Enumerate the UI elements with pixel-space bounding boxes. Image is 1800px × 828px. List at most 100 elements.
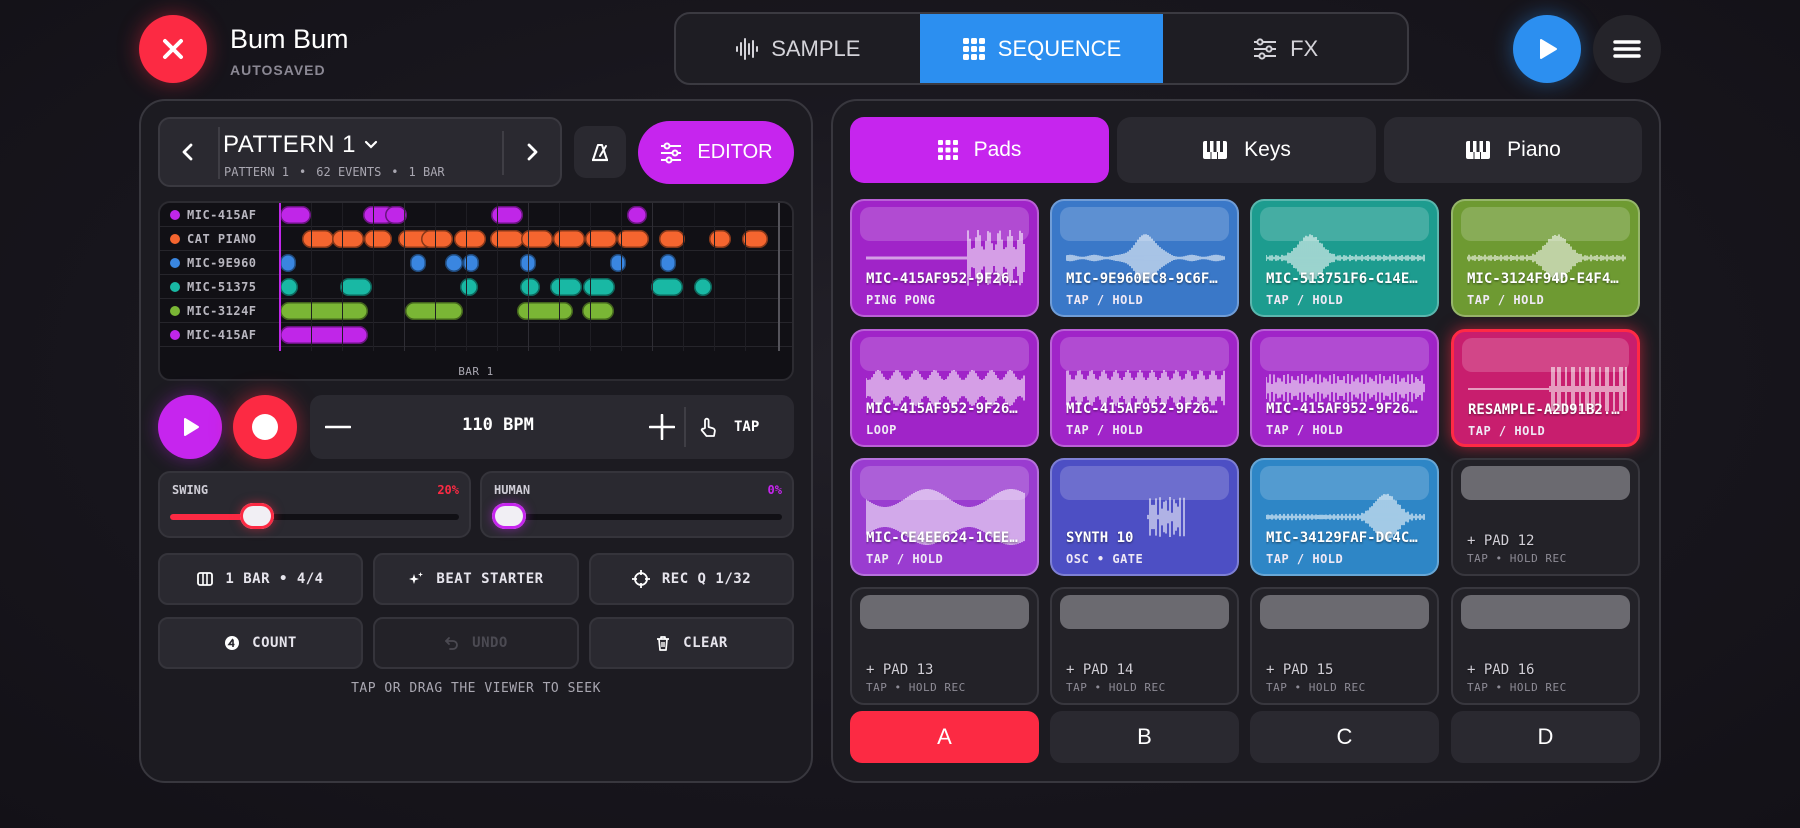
- pad-16[interactable]: + PAD 16 TAP • HOLD REC: [1451, 587, 1640, 705]
- tap-label: TAP: [734, 419, 760, 435]
- grid-line: [528, 203, 529, 351]
- pad-3[interactable]: MIC-513751F6-C14E... TAP / HOLD: [1250, 199, 1439, 317]
- note-event[interactable]: [280, 254, 296, 272]
- tap-tempo-button[interactable]: TAP: [698, 405, 759, 449]
- pad-10[interactable]: SYNTH 10 OSC • GATE: [1050, 458, 1239, 576]
- pad-9[interactable]: MIC-CE4EE624-1CEE... TAP / HOLD: [850, 458, 1039, 576]
- pad-14[interactable]: + PAD 14 TAP • HOLD REC: [1050, 587, 1239, 705]
- note-event[interactable]: [520, 278, 540, 296]
- note-event[interactable]: [490, 230, 524, 248]
- editor-label: EDITOR: [697, 141, 773, 163]
- bank-c-button[interactable]: C: [1250, 711, 1439, 763]
- editor-button[interactable]: EDITOR: [638, 121, 794, 184]
- pad-12[interactable]: + PAD 12 TAP • HOLD REC: [1451, 458, 1640, 576]
- pad-name: MIC-513751F6-C14E...: [1266, 271, 1426, 287]
- record-button[interactable]: [233, 395, 297, 459]
- note-event[interactable]: [280, 326, 368, 344]
- note-event[interactable]: [583, 278, 615, 296]
- pad-4[interactable]: MIC-3124F94D-E4F4... TAP / HOLD: [1451, 199, 1640, 317]
- rec-quantize-button[interactable]: REC Q 1/32: [589, 553, 794, 605]
- next-pattern-button[interactable]: [512, 131, 552, 173]
- pad-name: MIC-415AF952-9F26...: [866, 401, 1026, 417]
- tab-fx[interactable]: FX: [1163, 14, 1407, 83]
- note-event[interactable]: [421, 230, 453, 248]
- undo-button[interactable]: UNDO: [373, 617, 579, 669]
- note-event[interactable]: [553, 230, 585, 248]
- bank-a-button[interactable]: A: [850, 711, 1039, 763]
- tab-keys[interactable]: Keys: [1117, 117, 1376, 183]
- pattern-viewer[interactable]: MIC-415AF CAT PIANO MIC-9E960 MIC-51375 MIC-…: [158, 201, 794, 381]
- sequencer-play-button[interactable]: [158, 395, 222, 459]
- pad-mode: OSC • GATE: [1066, 552, 1144, 566]
- tab-sample[interactable]: SAMPLE: [676, 14, 920, 83]
- pad-13[interactable]: + PAD 13 TAP • HOLD REC: [850, 587, 1039, 705]
- note-event[interactable]: [410, 254, 426, 272]
- note-event[interactable]: [332, 230, 364, 248]
- note-event[interactable]: [627, 206, 647, 224]
- bank-b-button[interactable]: B: [1050, 711, 1239, 763]
- note-event[interactable]: [340, 278, 372, 296]
- bank-d-button[interactable]: D: [1451, 711, 1640, 763]
- swing-slider[interactable]: SWING 20%: [158, 471, 471, 538]
- human-slider[interactable]: HUMAN 0%: [480, 471, 794, 538]
- metronome-button[interactable]: [574, 126, 626, 178]
- bullet: •: [391, 165, 399, 179]
- human-thumb[interactable]: [492, 503, 526, 529]
- bar-signature-button[interactable]: 1 BAR • 4/4: [158, 553, 363, 605]
- note-event[interactable]: [460, 278, 478, 296]
- note-event[interactable]: [709, 230, 731, 248]
- play-button[interactable]: [1513, 15, 1581, 83]
- tab-piano[interactable]: Piano: [1384, 117, 1642, 183]
- pad-15[interactable]: + PAD 15 TAP • HOLD REC: [1250, 587, 1439, 705]
- note-event[interactable]: [405, 302, 463, 320]
- pad-1[interactable]: MIC-415AF952-9F26... PING PONG: [850, 199, 1039, 317]
- note-event[interactable]: [694, 278, 712, 296]
- tab-sequence[interactable]: SEQUENCE: [919, 14, 1164, 83]
- tap-hand-icon: [700, 417, 716, 437]
- note-event[interactable]: [445, 254, 463, 272]
- pad-name: MIC-415AF952-9F26...: [1066, 401, 1226, 417]
- note-event[interactable]: [610, 254, 626, 272]
- note-event[interactable]: [280, 206, 311, 224]
- rec-quantize-label: REC Q 1/32: [661, 571, 752, 587]
- note-event[interactable]: [302, 230, 334, 248]
- note-event[interactable]: [660, 254, 676, 272]
- pad-7[interactable]: MIC-415AF952-9F26... TAP / HOLD: [1250, 329, 1439, 447]
- menu-button[interactable]: [1593, 15, 1661, 83]
- grid-line: [311, 203, 312, 351]
- note-event[interactable]: [521, 230, 553, 248]
- count-in-button[interactable]: COUNT: [158, 617, 363, 669]
- grid-line: [466, 203, 467, 351]
- pad-8[interactable]: RESAMPLE-A2D91B2... TAP / HOLD: [1451, 329, 1640, 447]
- pattern-name-dropdown[interactable]: PATTERN 1: [223, 131, 378, 159]
- pad-11[interactable]: MIC-34129FAF-DC4C... TAP / HOLD: [1250, 458, 1439, 576]
- pad-mode: TAP • HOLD REC: [1467, 681, 1567, 694]
- close-button[interactable]: [139, 15, 207, 83]
- prev-pattern-button[interactable]: [170, 131, 206, 173]
- pad-2[interactable]: MIC-9E960EC8-9C6F... TAP / HOLD: [1050, 199, 1239, 317]
- note-event[interactable]: [364, 230, 392, 248]
- pad-5[interactable]: MIC-415AF952-9F26... LOOP: [850, 329, 1039, 447]
- note-event[interactable]: [550, 278, 582, 296]
- project-title[interactable]: Bum Bum: [230, 24, 349, 55]
- bpm-value[interactable]: 110 BPM: [310, 415, 686, 435]
- swing-thumb[interactable]: [239, 503, 274, 529]
- note-event[interactable]: [659, 230, 685, 248]
- beat-starter-button[interactable]: BEAT STARTER: [373, 553, 579, 605]
- bank-c-label: C: [1336, 724, 1353, 749]
- bpm-increase-button[interactable]: [640, 405, 684, 449]
- tab-pads[interactable]: Pads: [850, 117, 1109, 183]
- undo-icon: [445, 637, 459, 650]
- note-event[interactable]: [454, 230, 486, 248]
- note-event[interactable]: [517, 302, 573, 320]
- pad-cap: [1260, 595, 1429, 629]
- note-event[interactable]: [280, 278, 298, 296]
- note-event[interactable]: [582, 302, 614, 320]
- note-event[interactable]: [280, 302, 368, 320]
- note-event[interactable]: [651, 278, 683, 296]
- clear-button[interactable]: CLEAR: [589, 617, 794, 669]
- pad-6[interactable]: MIC-415AF952-9F26... TAP / HOLD: [1050, 329, 1239, 447]
- grid-line: [745, 203, 746, 351]
- note-event[interactable]: [491, 206, 523, 224]
- seek-hint: TAP OR DRAG THE VIEWER TO SEEK: [351, 681, 601, 696]
